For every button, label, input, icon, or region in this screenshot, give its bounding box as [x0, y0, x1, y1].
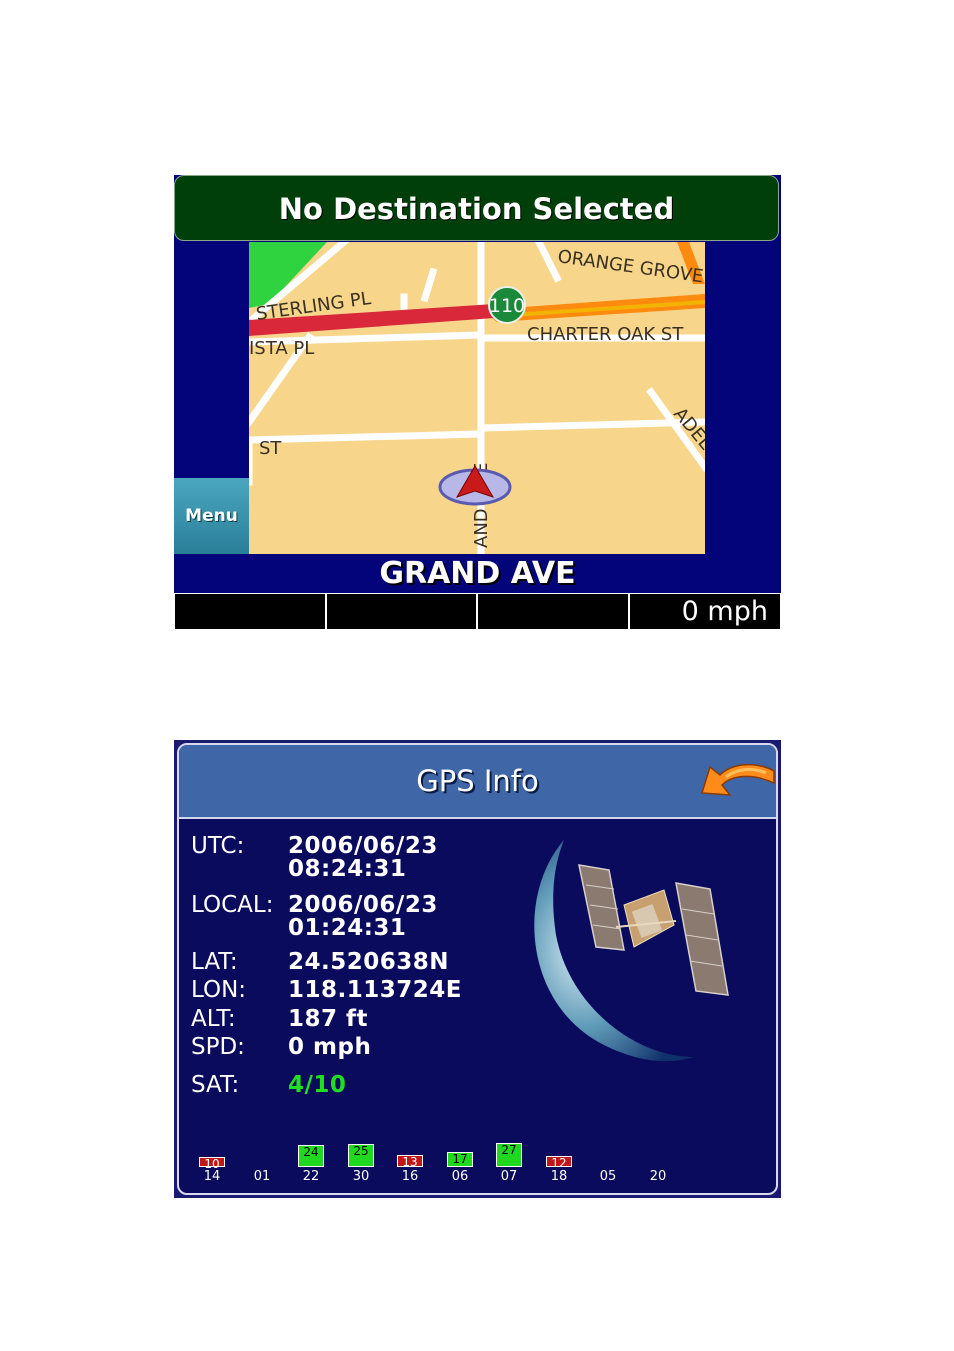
satellite-earth-illustration [534, 840, 729, 1062]
map-view[interactable]: ORANGE GROVE STERLING PL CHARTER OAK ST … [249, 242, 705, 554]
satellite-prn-label: 14 [203, 1169, 221, 1184]
destination-banner[interactable]: No Destination Selected [174, 175, 779, 241]
status-bar: 0 mph [174, 593, 781, 630]
menu-button[interactable]: Menu [174, 478, 249, 554]
satellite-prn-label: 20 [649, 1169, 667, 1184]
local-time: 01:24:31 [288, 915, 407, 941]
local-date: 2006/06/23 [288, 892, 438, 918]
highway-shield-label: 110 [489, 295, 525, 317]
map-label-grand-vertical: AND [471, 508, 492, 548]
satellite-prn-label: 01 [253, 1169, 271, 1184]
local-label: LOCAL: [191, 892, 274, 918]
utc-time: 08:24:31 [288, 856, 407, 882]
lat-value: 24.520638N [288, 949, 450, 975]
map-label-st: ST [259, 438, 282, 459]
alt-label: ALT: [191, 1006, 236, 1032]
lat-label: LAT: [191, 949, 238, 975]
status-cell-1[interactable] [175, 594, 325, 629]
satellite-signal-bar: 10 [199, 1157, 225, 1171]
satellite-signal-bar: 17 [447, 1152, 473, 1167]
current-street-name: GRAND AVE [379, 556, 576, 591]
speed-readout[interactable]: 0 mph [630, 594, 780, 629]
lon-value: 118.113724E [288, 977, 462, 1003]
satellite-prn-label: 16 [401, 1169, 419, 1184]
lon-label: LON: [191, 977, 247, 1003]
satellite-07: 27 07 [496, 1125, 522, 1185]
map-label-charter-oak: CHARTER OAK ST [527, 324, 684, 345]
map-canvas: ORANGE GROVE STERLING PL CHARTER OAK ST … [249, 242, 705, 554]
gps-info-frame: GPS Info UTC: 2006/06/23 08:24:31 LOCAL:… [177, 743, 778, 1195]
gps-info-screen: GPS Info UTC: 2006/06/23 08:24:31 LOCAL:… [174, 740, 781, 1198]
utc-date: 2006/06/23 [288, 833, 438, 859]
satellite-prn-label: 22 [302, 1169, 320, 1184]
satellite-06: 17 06 [447, 1125, 473, 1185]
satellite-signal-bar: 27 [496, 1143, 522, 1167]
spd-label: SPD: [191, 1034, 245, 1060]
satellite-22: 24 22 [298, 1125, 324, 1185]
status-cell-3[interactable] [478, 594, 628, 629]
satellite-prn-label: 06 [451, 1169, 469, 1184]
satellite-signal-bar: 12 [546, 1156, 572, 1170]
satellite-30: 25 30 [348, 1125, 374, 1185]
satellite-20: 20 [645, 1125, 671, 1185]
earth-crescent [534, 840, 694, 1062]
status-cell-2[interactable] [327, 594, 476, 629]
satellite-14: 10 14 [199, 1125, 225, 1185]
sat-label: SAT: [191, 1072, 240, 1098]
satellite-icon [578, 864, 729, 996]
satellite-18: 12 18 [546, 1125, 572, 1185]
utc-label: UTC: [191, 833, 245, 859]
satellite-signal-bar: 25 [348, 1144, 374, 1167]
satellite-prn-label: 18 [550, 1169, 568, 1184]
sat-value: 4/10 [288, 1072, 347, 1098]
satellite-signal-bar: 13 [397, 1155, 423, 1169]
navigation-screen: No Destination Selected ORANGE GROVE STE… [174, 175, 781, 630]
satellite-01: 01 [249, 1125, 275, 1185]
satellite-prn-label: 05 [599, 1169, 617, 1184]
satellite-prn-label: 07 [500, 1169, 518, 1184]
satellite-signal-chart: 10 14 01 24 22 25 30 13 16 17 06 27 07 12 18 05 20 [199, 1125, 719, 1185]
satellite-signal-bar: 24 [298, 1145, 324, 1167]
spd-value: 0 mph [288, 1034, 372, 1060]
title-bar: GPS Info [179, 745, 776, 819]
alt-value: 187 ft [288, 1006, 369, 1032]
back-arrow-icon[interactable] [696, 759, 776, 807]
page-title: GPS Info [416, 764, 539, 798]
map-label-vista: ISTA PL [249, 338, 314, 359]
satellite-prn-label: 30 [352, 1169, 370, 1184]
satellite-05: 05 [595, 1125, 621, 1185]
satellite-16: 13 16 [397, 1125, 423, 1185]
